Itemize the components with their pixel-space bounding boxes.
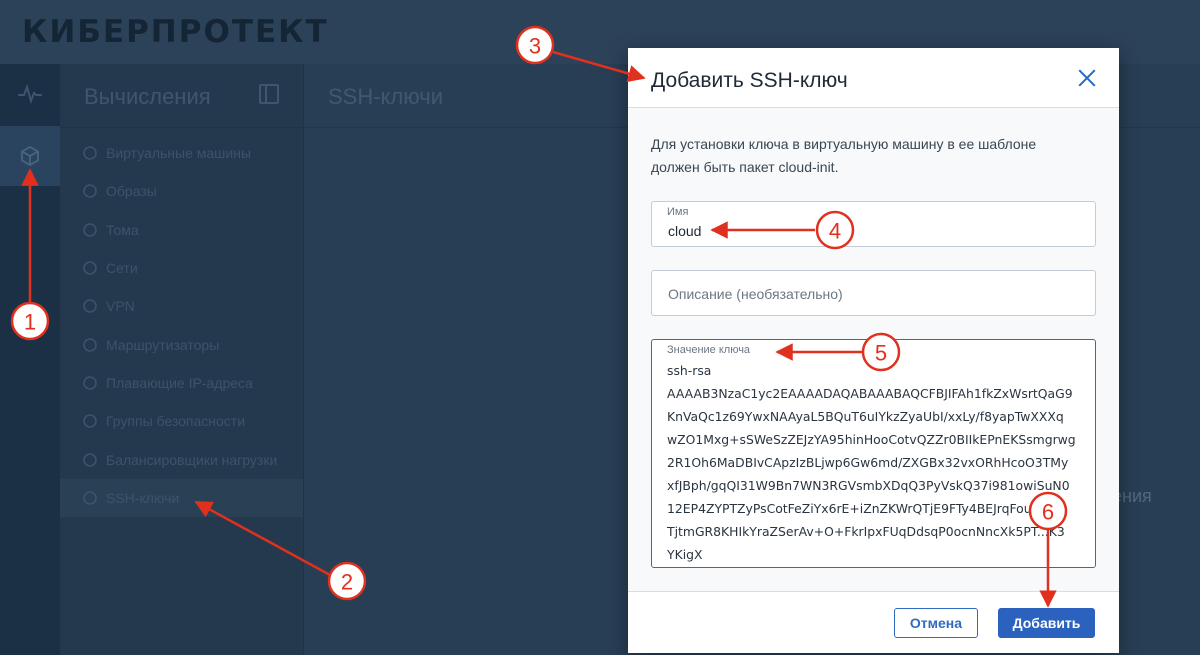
key-icon (83, 491, 97, 505)
nav-title: Вычисления (84, 84, 211, 109)
rail-item-compute[interactable] (0, 126, 60, 186)
side-nav: Вычисления Виртуальные машины Образы Тома С… (60, 64, 304, 655)
close-icon[interactable] (1076, 67, 1098, 89)
nav-item-label: Маршрутизаторы (106, 336, 220, 353)
cancel-button[interactable]: Отмена (894, 608, 978, 638)
vpn-icon (83, 299, 97, 314)
name-field-value[interactable]: cloud (668, 223, 701, 239)
cube-icon (83, 146, 97, 160)
name-field[interactable]: Имя cloud (651, 201, 1096, 247)
nav-item[interactable]: Маршрутизаторы (60, 325, 303, 363)
dialog-footer: Отмена Добавить (628, 591, 1119, 653)
router-icon (83, 337, 97, 352)
network-icon (83, 261, 97, 275)
dialog-description: Для установки ключа в виртуальную машину… (651, 136, 1037, 175)
page-title: SSH-ключи (328, 84, 444, 109)
logo: КИБЕРПРОТЕКТ (22, 14, 329, 50)
add-ssh-key-dialog: Добавить SSH-ключ Для установки ключа в … (628, 48, 1119, 653)
nav-item[interactable]: Тома (60, 211, 303, 249)
volume-icon (83, 222, 97, 237)
name-field-label: Имя (667, 206, 689, 218)
pulse-icon (18, 84, 42, 104)
collapse-icon[interactable] (259, 84, 279, 104)
icon-rail (0, 64, 60, 655)
nav-item[interactable]: Балансировщики нагрузки (60, 440, 303, 478)
dialog-body: Для установки ключа в виртуальную машину… (628, 108, 1119, 591)
key-value-label: Значение ключа (667, 344, 751, 356)
nav-item[interactable]: SSH-ключи (60, 478, 303, 517)
description-field-placeholder: Описание (необязательно) (668, 286, 843, 302)
nav-item[interactable]: Виртуальные машины (60, 134, 303, 172)
nav-item-label: Балансировщики нагрузки (106, 451, 278, 468)
key-value-text[interactable]: ssh-rsa AAAAB3NzaC1yc2EAAAADAQABAAABAQCF… (667, 359, 1092, 566)
disc-icon (83, 184, 97, 199)
dialog-title: Добавить SSH-ключ (651, 69, 848, 92)
add-button[interactable]: Добавить (998, 608, 1095, 638)
nav-item-label: Тома (106, 221, 139, 238)
nav-item-label: Сети (106, 260, 138, 277)
nav-header: Вычисления (60, 64, 303, 128)
cube-icon (21, 145, 39, 167)
nav-item[interactable]: Образы (60, 172, 303, 210)
description-field[interactable]: Описание (необязательно) (651, 270, 1096, 316)
rail-item-monitoring[interactable] (0, 64, 60, 124)
key-value-field[interactable]: Значение ключа ssh-rsa AAAAB3NzaC1yc2EAA… (651, 339, 1096, 568)
nav-item-label: Плавающие IP-адреса (106, 374, 253, 391)
nav-item[interactable]: Плавающие IP-адреса (60, 364, 303, 402)
nav-item[interactable]: Группы безопасности (60, 402, 303, 440)
nav-item-label: VPN (106, 298, 135, 315)
balancer-icon (83, 452, 97, 467)
nav-item-label: Образы (106, 183, 157, 200)
nav-list: Виртуальные машины Образы Тома Сети VPN Маршр… (60, 134, 303, 517)
nav-item[interactable]: VPN (60, 287, 303, 325)
nav-item[interactable]: Сети (60, 249, 303, 287)
floating-ip-icon (83, 376, 97, 390)
dialog-header: Добавить SSH-ключ (628, 48, 1119, 108)
shield-icon (83, 414, 97, 429)
nav-item-label: Виртуальные машины (106, 145, 252, 162)
nav-item-label: SSH-ключи (106, 489, 180, 506)
nav-item-label: Группы безопасности (106, 413, 246, 430)
